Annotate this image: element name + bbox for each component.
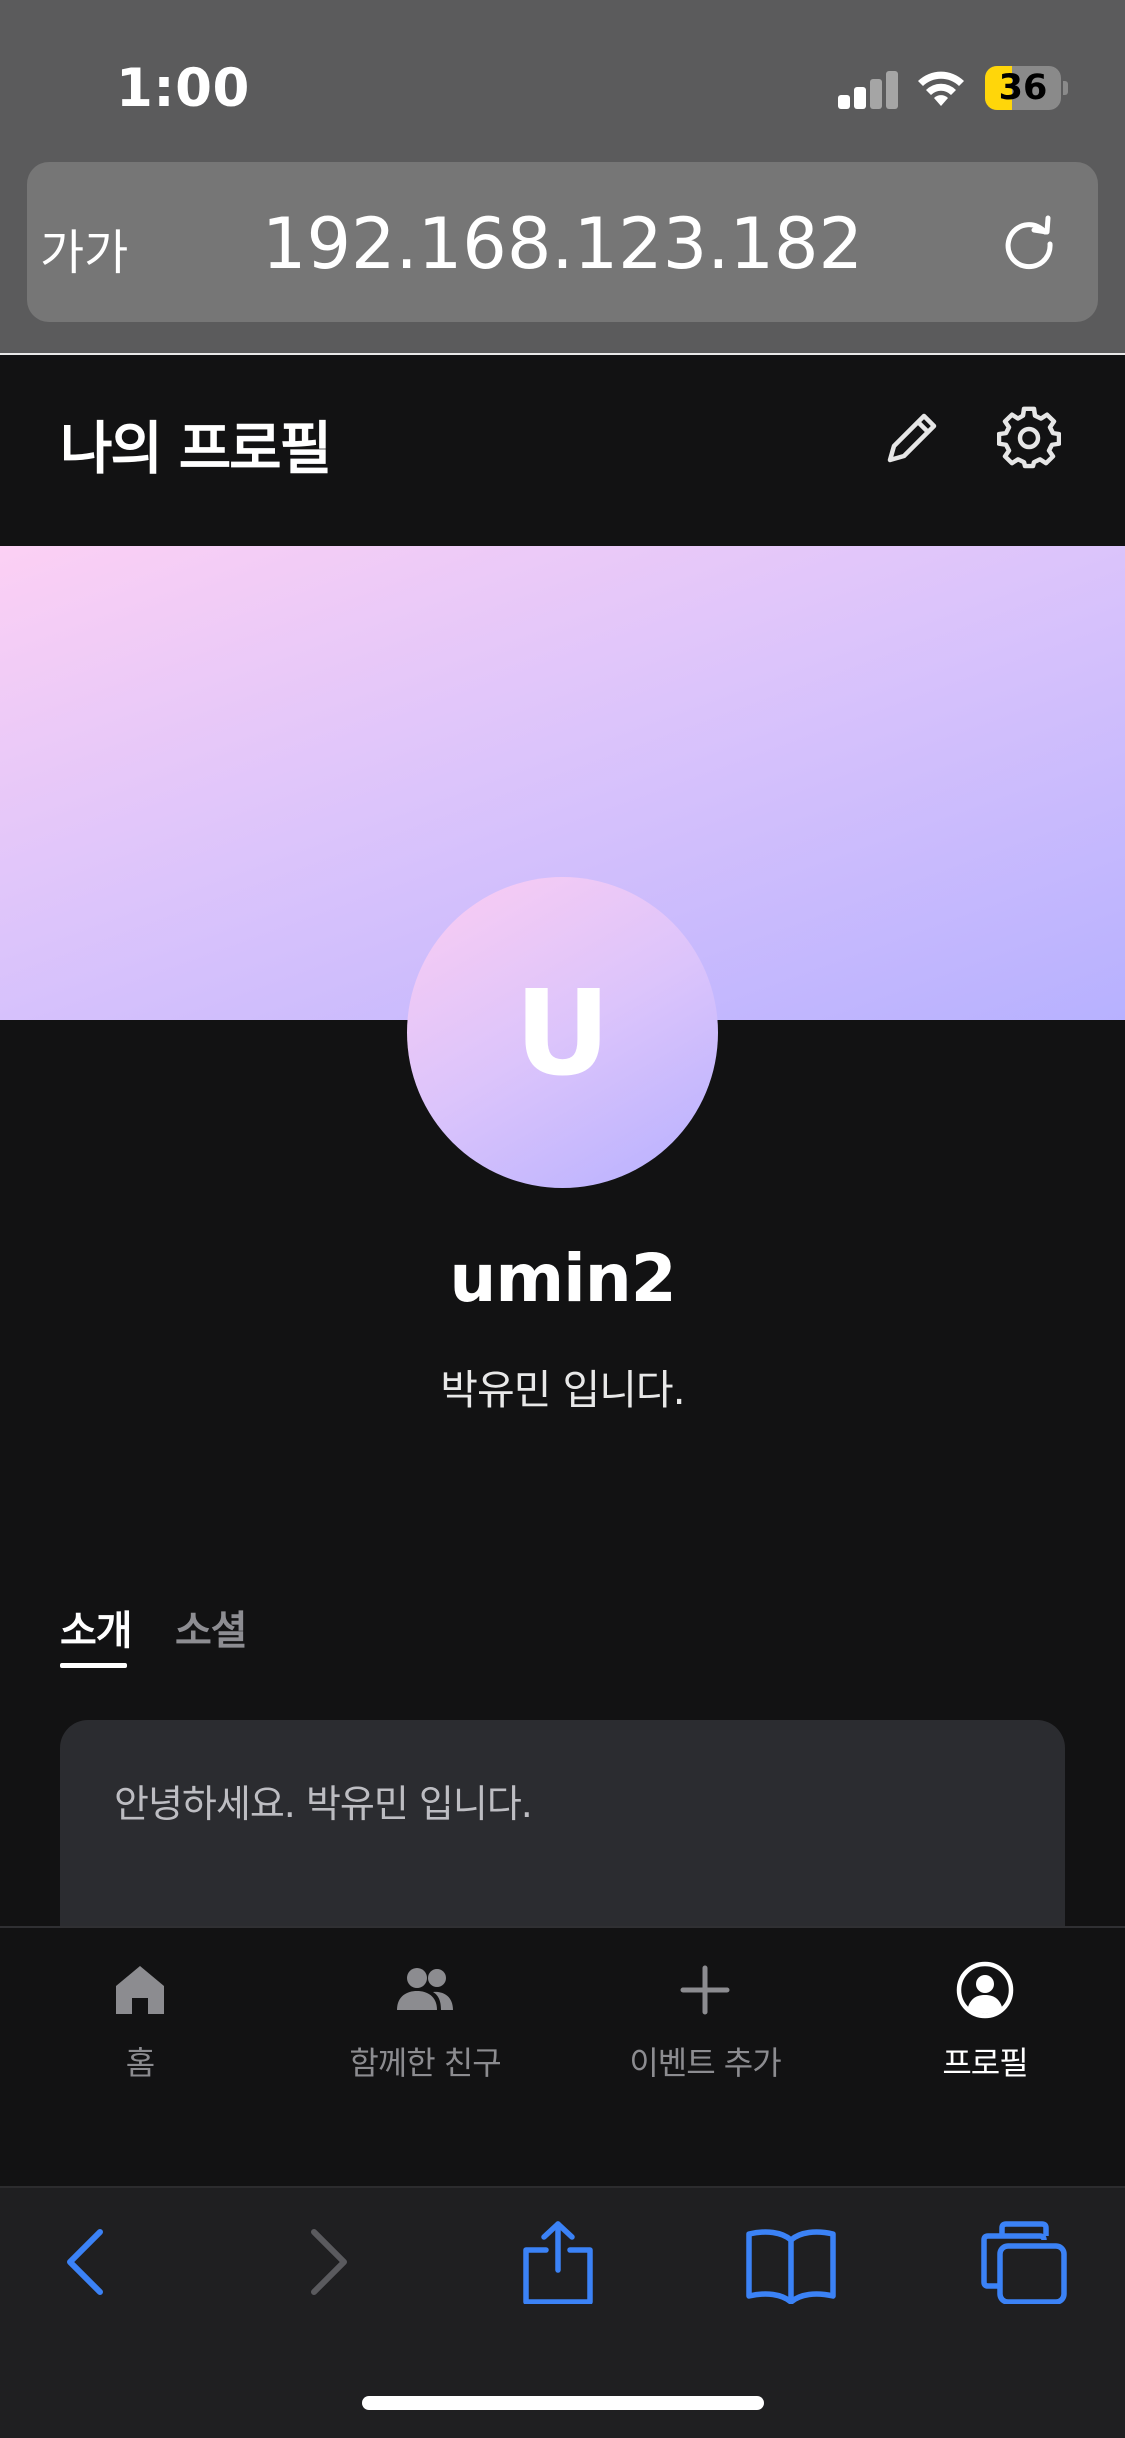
home-indicator [362, 2396, 764, 2410]
profile-icon [956, 1961, 1014, 2019]
tabs-icon[interactable] [980, 2220, 1068, 2304]
pencil-icon[interactable] [882, 406, 944, 468]
profile-bio: 박유민 입니다. [440, 1366, 685, 1414]
tab-intro[interactable]: 소개 [60, 1598, 133, 1656]
bookmarks-icon[interactable] [744, 2220, 838, 2304]
battery-level: 36 [998, 68, 1048, 108]
wifi-icon [918, 71, 964, 106]
url-text[interactable]: 192.168.123.182 [150, 203, 975, 285]
back-icon[interactable] [46, 2220, 126, 2304]
nav-label-home: 홈 [125, 2044, 155, 2082]
nav-label-friends: 함께한 친구 [349, 2044, 501, 2082]
nav-label-profile: 프로필 [942, 2044, 1028, 2082]
nav-item-add-event[interactable]: 이벤트 추가 [565, 1960, 845, 2084]
nav-item-friends[interactable]: 함께한 친구 [285, 1960, 565, 2084]
forward-icon[interactable] [286, 2220, 366, 2304]
battery-icon: 36 [985, 66, 1068, 110]
text-size-button[interactable]: 가가 [40, 213, 128, 283]
cellular-signal-icon [838, 71, 900, 109]
home-icon [116, 1966, 164, 2014]
intro-text: 안녕하세요. 박유민 입니다. [114, 1782, 533, 1826]
status-time: 1:00 [116, 58, 250, 119]
plus-icon [680, 1965, 730, 2015]
active-tab-indicator [60, 1663, 127, 1668]
nav-item-home[interactable]: 홈 [0, 1960, 280, 2084]
reload-icon[interactable] [998, 210, 1060, 272]
share-icon[interactable] [518, 2220, 598, 2304]
avatar-initial: U [514, 963, 611, 1102]
avatar[interactable]: U [407, 877, 718, 1188]
nav-label-add-event: 이벤트 추가 [629, 2044, 781, 2082]
friends-icon [397, 1968, 453, 2010]
nav-item-profile[interactable]: 프로필 [845, 1960, 1125, 2084]
page-title: 나의 프로필 [60, 416, 332, 482]
gear-icon[interactable] [997, 406, 1061, 470]
username: umin2 [449, 1240, 676, 1317]
tab-social[interactable]: 소셜 [175, 1598, 248, 1656]
